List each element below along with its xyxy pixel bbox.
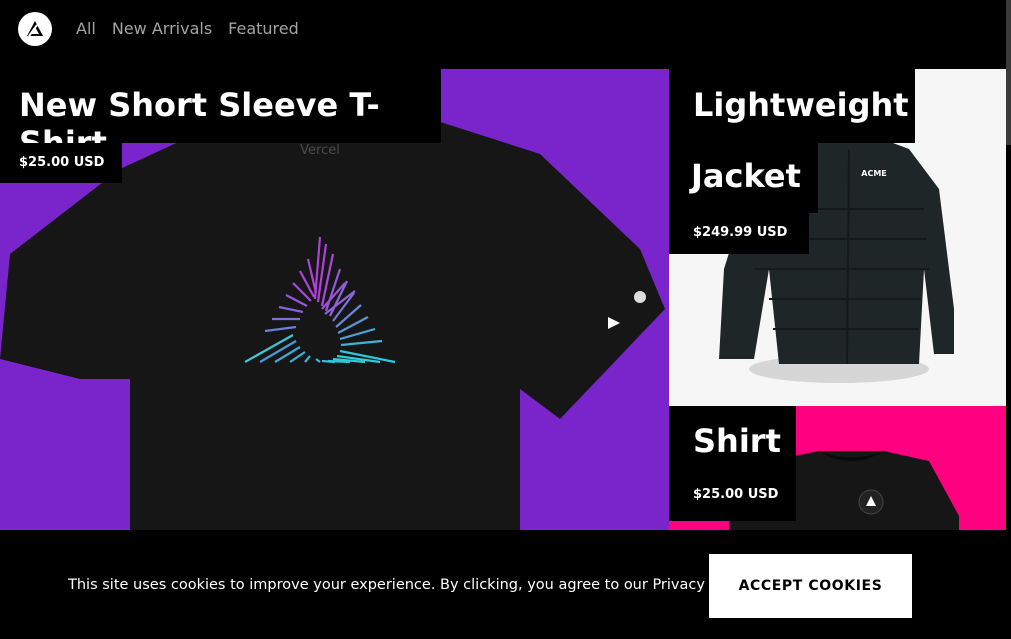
product-price-shirt: $25.00 USD — [669, 476, 796, 521]
accept-cookies-button[interactable]: ACCEPT COOKIES — [709, 554, 912, 618]
nav-link-new-arrivals[interactable]: New Arrivals — [112, 19, 212, 38]
nav-link-all[interactable]: All — [76, 19, 96, 38]
main-nav: All New Arrivals Featured — [76, 19, 299, 38]
product-tile-shirt[interactable]: Shirt $25.00 USD — [669, 406, 1006, 546]
page-scrollbar[interactable] — [1006, 0, 1011, 145]
product-tile-jacket[interactable]: ACME Lightweight Jacket $249.99 USD — [669, 69, 1006, 406]
product-price-tshirt: $25.00 USD — [0, 143, 122, 183]
product-title-tshirt: New Short Sleeve T-Shirt — [0, 69, 441, 162]
nav-link-featured[interactable]: Featured — [228, 19, 299, 38]
product-tile-tshirt[interactable]: Vercel New Short Sleeve T- $25.00 USD — [0, 69, 669, 539]
product-title-jacket-line2: Jacket — [669, 143, 818, 213]
product-title-shirt: Shirt — [669, 406, 796, 476]
cookie-consent-bar: This site uses cookies to improve your e… — [0, 530, 1011, 639]
product-title-jacket-line1: Lightweight — [669, 69, 915, 143]
product-price-jacket: $249.99 USD — [669, 213, 809, 254]
shirt-collar-brand-text: Vercel — [300, 143, 340, 158]
home-logo-link[interactable] — [18, 12, 52, 46]
site-header: All New Arrivals Featured — [0, 0, 1011, 145]
jacket-brand-text: ACME — [861, 169, 887, 178]
cookie-message: This site uses cookies to improve your e… — [68, 577, 754, 593]
storefront-page: All New Arrivals Featured Vercel New Sho… — [0, 0, 1011, 639]
triangle-logo-icon — [27, 21, 43, 37]
